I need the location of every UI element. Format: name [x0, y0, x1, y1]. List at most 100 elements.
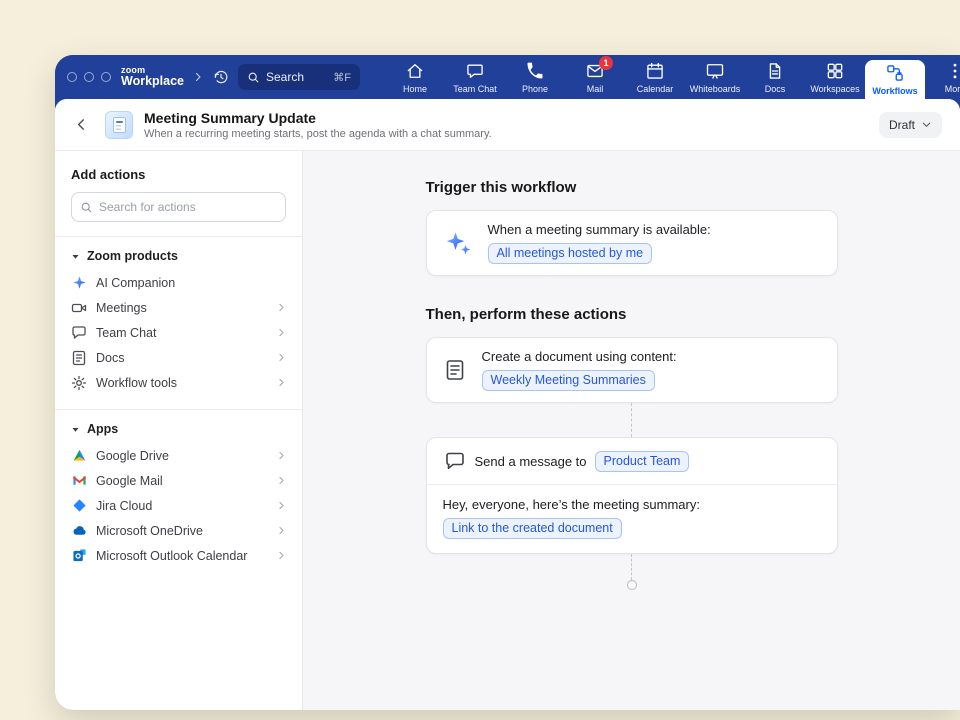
chevron-right-icon [277, 328, 286, 337]
chevron-right-icon [277, 451, 286, 460]
trigger-scope-chip[interactable]: All meetings hosted by me [488, 243, 653, 264]
search-icon [80, 201, 93, 214]
whiteboard-icon [705, 61, 725, 81]
trigger-card-content: When a meeting summary is available: All… [488, 222, 711, 264]
section-zoom-products[interactable]: Zoom products [55, 237, 302, 270]
workflows-icon [885, 63, 905, 83]
chevron-right-icon [277, 551, 286, 560]
more-icon [945, 61, 960, 81]
sidebar-item-meetings[interactable]: Meetings [55, 295, 302, 320]
chevron-right-icon [277, 353, 286, 362]
mail-unread-badge: 1 [599, 56, 613, 70]
sidebar-item-docs[interactable]: Docs [55, 345, 302, 370]
create-document-text: Create a document using content: [482, 349, 677, 364]
chevron-right-icon [277, 501, 286, 510]
trigger-heading: Trigger this workflow [426, 179, 838, 196]
chevron-right-icon [277, 526, 286, 535]
phone-icon [525, 61, 545, 81]
document-content-chip[interactable]: Weekly Meeting Summaries [482, 370, 655, 391]
video-camera-icon [71, 300, 87, 316]
meeting-summary-icon [105, 111, 133, 139]
zoom-workplace-logo: zoom Workplace [121, 66, 184, 89]
trigger-card[interactable]: When a meeting summary is available: All… [426, 210, 838, 276]
nav-whiteboards[interactable]: Whiteboards [685, 55, 745, 99]
recipient-chip[interactable]: Product Team [595, 451, 690, 472]
chevron-right-icon [277, 303, 286, 312]
sidebar-title: Add actions [71, 167, 286, 182]
sidebar-item-ai-companion[interactable]: AI Companion [55, 270, 302, 295]
team-chat-icon [465, 61, 485, 81]
workflow-header: Meeting Summary Update When a recurring … [55, 99, 960, 151]
chevron-right-icon [277, 378, 286, 387]
nav-mail[interactable]: 1 Mail [565, 55, 625, 99]
nav-team-chat[interactable]: Team Chat [445, 55, 505, 99]
sidebar-item-workflow-tools[interactable]: Workflow tools [55, 370, 302, 395]
search-icon [247, 71, 260, 84]
draft-status-label: Draft [889, 118, 915, 132]
send-message-header: Send a message to Product Team [427, 438, 837, 484]
nav-phone[interactable]: Phone [505, 55, 565, 99]
create-document-card[interactable]: Create a document using content: Weekly … [426, 337, 838, 403]
send-message-text: Send a message to [475, 454, 587, 469]
app-window: zoom Workplace Search ⌘F Home Team Chat [55, 55, 960, 710]
primary-nav: Home Team Chat Phone 1 Mail Calendar [385, 55, 960, 99]
nav-docs[interactable]: Docs [745, 55, 805, 99]
brand-workplace: Workplace [121, 75, 184, 88]
search-label: Search [266, 70, 304, 84]
workflow-connector [631, 554, 632, 580]
workflow-connector [631, 403, 632, 437]
back-button[interactable] [69, 112, 94, 137]
document-link-chip[interactable]: Link to the created document [443, 518, 622, 539]
outlook-calendar-icon [71, 548, 87, 564]
top-navigation-bar: zoom Workplace Search ⌘F Home Team Chat [55, 55, 960, 99]
global-search-button[interactable]: Search ⌘F [238, 64, 360, 90]
document-icon [71, 350, 87, 366]
sidebar-item-jira-cloud[interactable]: Jira Cloud [55, 493, 302, 518]
message-body-text: Hey, everyone, here’s the meeting summar… [443, 497, 821, 512]
docs-icon [765, 61, 785, 81]
nav-home[interactable]: Home [385, 55, 445, 99]
calendar-icon [645, 61, 665, 81]
nav-calendar[interactable]: Calendar [625, 55, 685, 99]
onedrive-cloud-icon [71, 523, 87, 539]
chevron-right-icon [277, 476, 286, 485]
workspaces-icon [825, 61, 845, 81]
nav-more[interactable]: More [925, 55, 960, 99]
sidebar-item-team-chat[interactable]: Team Chat [55, 320, 302, 345]
actions-search-input[interactable] [99, 200, 277, 214]
send-message-card[interactable]: Send a message to Product Team Hey, ever… [426, 437, 838, 554]
home-icon [405, 61, 425, 81]
gmail-icon [71, 473, 87, 489]
nav-workspaces[interactable]: Workspaces [805, 55, 865, 99]
mail-icon: 1 [585, 61, 605, 81]
chevron-right-icon[interactable] [192, 71, 204, 83]
actions-heading: Then, perform these actions [426, 306, 838, 323]
gear-icon [71, 375, 87, 391]
sidebar-item-google-mail[interactable]: Google Mail [55, 468, 302, 493]
nav-workflows[interactable]: Workflows [865, 60, 925, 99]
section-apps[interactable]: Apps [55, 410, 302, 443]
actions-sidebar: Add actions Zoom products [55, 151, 303, 710]
ai-companion-sparkle-icon [71, 275, 87, 291]
message-body[interactable]: Hey, everyone, here’s the meeting summar… [427, 485, 837, 553]
workflow-canvas: Trigger this workflow When a meeting sum… [303, 151, 960, 710]
caret-down-icon [71, 252, 80, 261]
trigger-text: When a meeting summary is available: [488, 222, 711, 237]
actions-search-box[interactable] [71, 192, 286, 222]
add-step-node[interactable] [627, 580, 637, 590]
window-controls [67, 72, 111, 82]
history-icon[interactable] [212, 68, 230, 86]
workflow-title: Meeting Summary Update [144, 110, 492, 126]
sidebar-item-microsoft-outlook-calendar[interactable]: Microsoft Outlook Calendar [55, 543, 302, 568]
draft-status-dropdown[interactable]: Draft [879, 112, 942, 138]
ai-companion-sparkle-icon [443, 228, 473, 258]
caret-down-icon [71, 425, 80, 434]
sidebar-item-microsoft-onedrive[interactable]: Microsoft OneDrive [55, 518, 302, 543]
document-icon [443, 358, 467, 382]
window-close-button[interactable] [67, 72, 77, 82]
window-minimize-button[interactable] [84, 72, 94, 82]
sidebar-item-google-drive[interactable]: Google Drive [55, 443, 302, 468]
window-maximize-button[interactable] [101, 72, 111, 82]
google-drive-icon [71, 448, 87, 464]
create-document-content: Create a document using content: Weekly … [482, 349, 677, 391]
